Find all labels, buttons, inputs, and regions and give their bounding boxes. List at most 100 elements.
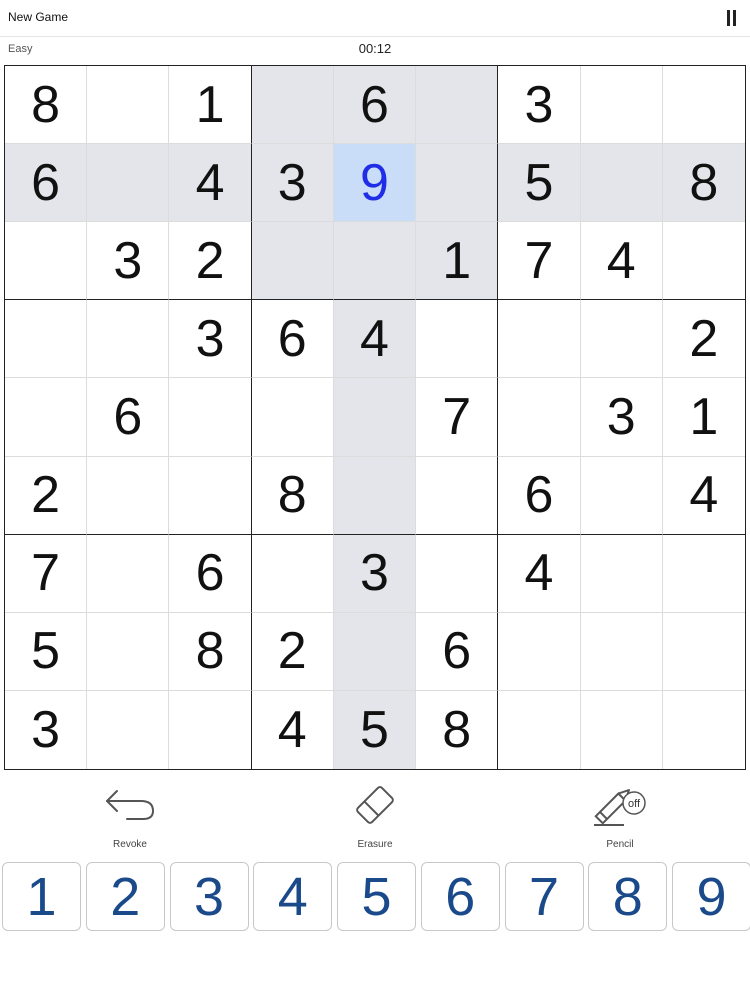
number-key-8[interactable]: 8: [588, 862, 668, 931]
sudoku-cell-r7-c2[interactable]: [87, 534, 170, 613]
sudoku-cell-r6-c9[interactable]: 4: [662, 457, 745, 535]
sudoku-cell-r9-c3[interactable]: [169, 690, 252, 769]
sudoku-cell-r4-c1[interactable]: [5, 300, 88, 379]
sudoku-cell-r5-c1[interactable]: [5, 378, 88, 457]
sudoku-cell-r7-c6[interactable]: [416, 534, 499, 613]
number-key-5[interactable]: 5: [337, 862, 416, 931]
sudoku-cell-r9-c9[interactable]: [663, 691, 745, 769]
sudoku-cell-r8-c4[interactable]: 2: [251, 612, 334, 691]
sudoku-cell-r7-c1[interactable]: 7: [5, 534, 88, 613]
sudoku-cell-r2-c9[interactable]: 8: [662, 144, 745, 223]
sudoku-cell-r7-c9[interactable]: [662, 535, 745, 613]
erasure-button[interactable]: Erasure: [325, 775, 425, 855]
sudoku-cell-r3-c2[interactable]: 3: [87, 222, 170, 301]
sudoku-cell-r9-c4[interactable]: 4: [252, 690, 334, 769]
sudoku-cell-r6-c4[interactable]: 8: [251, 456, 334, 535]
sudoku-cell-r6-c8[interactable]: [580, 456, 663, 535]
sudoku-cell-r1-c1[interactable]: 8: [5, 66, 88, 145]
sudoku-cell-r5-c6[interactable]: 7: [416, 378, 499, 457]
sudoku-cell-r6-c6[interactable]: [416, 456, 499, 535]
pause-icon[interactable]: [726, 10, 738, 26]
sudoku-cell-r2-c3[interactable]: 4: [169, 144, 252, 223]
sudoku-cell-r1-c5[interactable]: 6: [333, 66, 417, 145]
sudoku-cell-r3-c3[interactable]: 2: [169, 222, 252, 301]
sudoku-cell-r6-c7[interactable]: 6: [498, 456, 581, 535]
sudoku-cell-r1-c8[interactable]: [580, 66, 663, 145]
sudoku-cell-r5-c7[interactable]: [498, 378, 581, 457]
sudoku-cell-r9-c8[interactable]: [581, 690, 663, 769]
sudoku-cell-r6-c1[interactable]: 2: [5, 456, 88, 535]
sudoku-cell-r7-c7[interactable]: 4: [498, 534, 581, 613]
sudoku-cell-r8-c8[interactable]: [580, 612, 663, 691]
number-key-1[interactable]: 1: [2, 862, 81, 931]
sudoku-cell-r4-c5[interactable]: 4: [333, 300, 417, 379]
sudoku-cell-r2-c7[interactable]: 5: [498, 144, 581, 223]
sudoku-cell-r3-c5[interactable]: [333, 222, 417, 301]
sudoku-cell-r2-c4[interactable]: 3: [251, 144, 334, 223]
pencil-off-badge: off: [628, 798, 641, 810]
number-key-7[interactable]: 7: [504, 862, 584, 931]
sudoku-cell-r1-c9[interactable]: [662, 66, 745, 145]
sudoku-cell-r5-c8[interactable]: 3: [580, 378, 663, 457]
sudoku-cell-r3-c9[interactable]: [662, 222, 745, 301]
sudoku-cell-r9-c1[interactable]: 3: [5, 690, 88, 769]
sudoku-cell-r4-c2[interactable]: [87, 300, 170, 379]
sudoku-cell-r6-c2[interactable]: [87, 456, 170, 535]
sudoku-cell-r9-c6[interactable]: 8: [416, 690, 499, 769]
revoke-button[interactable]: Revoke: [80, 775, 180, 855]
sudoku-cell-r8-c1[interactable]: 5: [5, 612, 88, 691]
sudoku-cell-r1-c3[interactable]: 1: [169, 66, 252, 145]
sudoku-cell-r9-c2[interactable]: [87, 690, 170, 769]
sudoku-cell-r4-c4[interactable]: 6: [251, 300, 334, 379]
pencil-button[interactable]: off Pencil: [570, 775, 670, 855]
sudoku-cell-r7-c4[interactable]: [251, 534, 334, 613]
sudoku-cell-r2-c1[interactable]: 6: [5, 144, 88, 223]
sudoku-cell-r3-c7[interactable]: 7: [498, 222, 581, 301]
sudoku-cell-r5-c2[interactable]: 6: [87, 378, 170, 457]
sudoku-cell-r1-c6[interactable]: [416, 66, 499, 145]
new-game-button[interactable]: New Game: [8, 10, 68, 24]
sudoku-cell-r4-c7[interactable]: [498, 300, 581, 379]
sudoku-cell-r2-c2[interactable]: [87, 144, 170, 223]
sudoku-cell-r9-c5[interactable]: 5: [333, 690, 417, 769]
sudoku-cell-r8-c5[interactable]: [333, 612, 417, 691]
sudoku-cell-r8-c3[interactable]: 8: [169, 612, 252, 691]
sudoku-cell-r7-c3[interactable]: 6: [169, 534, 252, 613]
sudoku-cell-r7-c5[interactable]: 3: [333, 534, 417, 613]
sudoku-cell-r3-c4[interactable]: [251, 222, 334, 301]
sudoku-cell-r1-c7[interactable]: 3: [498, 66, 581, 145]
sudoku-cell-r9-c7[interactable]: [498, 690, 581, 769]
number-key-3[interactable]: 3: [169, 862, 249, 931]
sudoku-cell-r5-c9[interactable]: 1: [662, 378, 745, 457]
sudoku-cell-r6-c5[interactable]: [333, 456, 417, 535]
sudoku-cell-r4-c9[interactable]: 2: [662, 300, 745, 379]
sudoku-cell-r2-c5[interactable]: 9: [333, 144, 417, 223]
sudoku-cell-r4-c8[interactable]: [580, 300, 663, 379]
sudoku-cell-r8-c2[interactable]: [87, 612, 170, 691]
erasure-label: Erasure: [357, 839, 393, 850]
number-key-6[interactable]: 6: [420, 862, 500, 931]
sudoku-cell-r8-c7[interactable]: [498, 612, 581, 691]
number-key-2[interactable]: 2: [85, 862, 165, 931]
number-key-9[interactable]: 9: [672, 862, 750, 931]
sudoku-cell-r5-c3[interactable]: [169, 378, 252, 457]
eraser-icon: [356, 786, 394, 824]
sudoku-cell-r2-c6[interactable]: [416, 144, 499, 223]
sudoku-cell-r1-c4[interactable]: [251, 66, 334, 145]
sudoku-cell-r5-c4[interactable]: [251, 378, 334, 457]
sudoku-cell-r1-c2[interactable]: [87, 66, 170, 145]
sudoku-cell-r8-c9[interactable]: [662, 613, 745, 691]
sudoku-cell-r4-c3[interactable]: 3: [169, 300, 252, 379]
info-bar: Easy 00:12: [0, 36, 750, 62]
sudoku-cell-r7-c8[interactable]: [580, 534, 663, 613]
sudoku-cell-r8-c6[interactable]: 6: [416, 612, 499, 691]
sudoku-cell-r3-c6[interactable]: 1: [416, 222, 499, 301]
sudoku-cell-r2-c8[interactable]: [580, 144, 663, 223]
number-key-4[interactable]: 4: [253, 862, 333, 931]
sudoku-cell-r3-c8[interactable]: 4: [580, 222, 663, 301]
game-timer: 00:12: [358, 41, 392, 56]
sudoku-cell-r6-c3[interactable]: [169, 456, 252, 535]
sudoku-cell-r3-c1[interactable]: [5, 222, 88, 301]
sudoku-cell-r4-c6[interactable]: [416, 300, 499, 379]
sudoku-cell-r5-c5[interactable]: [333, 378, 417, 457]
